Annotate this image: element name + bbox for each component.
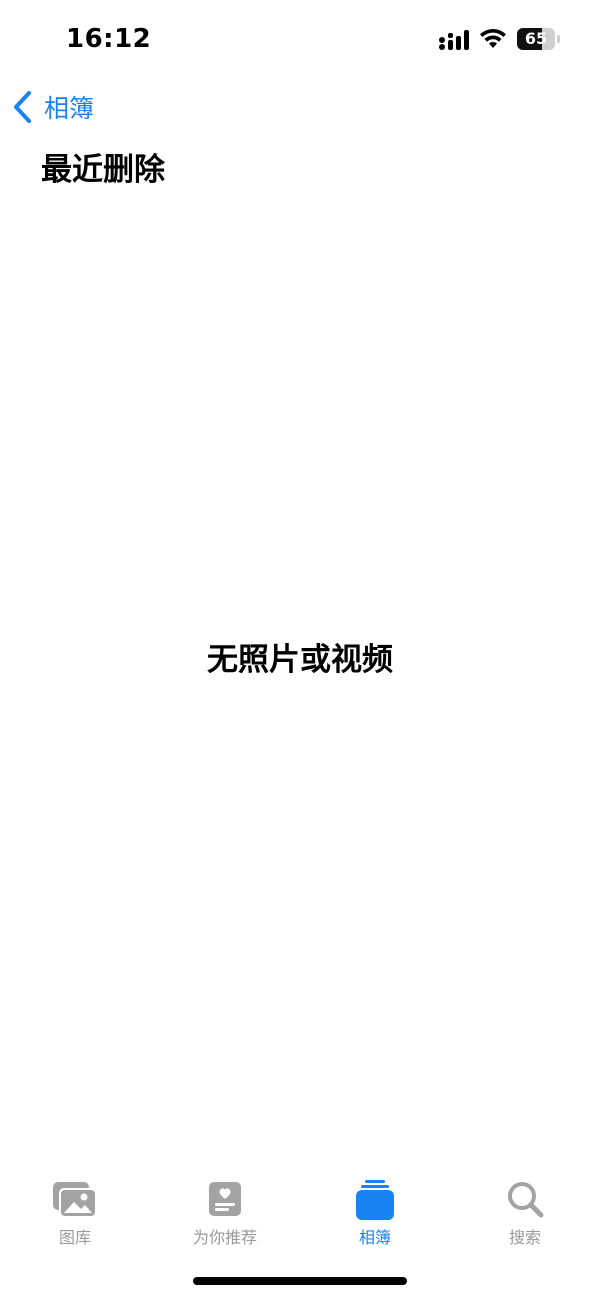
battery-cap bbox=[557, 35, 560, 43]
empty-state-message: 无照片或视频 bbox=[207, 642, 393, 678]
home-indicator[interactable] bbox=[193, 1277, 407, 1285]
battery-body: 65 bbox=[517, 28, 555, 50]
for-you-icon bbox=[209, 1182, 241, 1216]
wifi-icon bbox=[480, 28, 506, 48]
tab-for-you[interactable]: 为你推荐 bbox=[165, 1170, 285, 1250]
chevron-left-icon bbox=[14, 91, 31, 123]
status-time: 16:12 bbox=[66, 24, 152, 54]
battery-icon: 65 bbox=[517, 28, 561, 52]
tab-library[interactable]: 图库 bbox=[15, 1170, 135, 1250]
back-button[interactable]: 相簿 bbox=[12, 88, 94, 126]
status-bar: 16:12 65 bbox=[0, 0, 600, 80]
signal-icon bbox=[439, 30, 469, 50]
back-button-label: 相簿 bbox=[44, 94, 95, 123]
page-title: 最近删除 bbox=[41, 152, 165, 188]
albums-icon bbox=[356, 1180, 394, 1220]
tab-albums[interactable]: 相簿 bbox=[315, 1170, 435, 1250]
photo-library-icon bbox=[53, 1182, 97, 1218]
tab-albums-label: 相簿 bbox=[358, 1228, 391, 1247]
tab-search[interactable]: 搜索 bbox=[465, 1170, 585, 1250]
tab-for-you-label: 为你推荐 bbox=[192, 1228, 257, 1247]
tab-bar: 图库 为你推荐 相簿 搜索 bbox=[0, 1170, 600, 1260]
tab-search-label: 搜索 bbox=[508, 1228, 541, 1247]
tab-library-label: 图库 bbox=[58, 1228, 91, 1247]
search-icon bbox=[508, 1182, 544, 1218]
battery-level-text: 65 bbox=[524, 29, 548, 48]
